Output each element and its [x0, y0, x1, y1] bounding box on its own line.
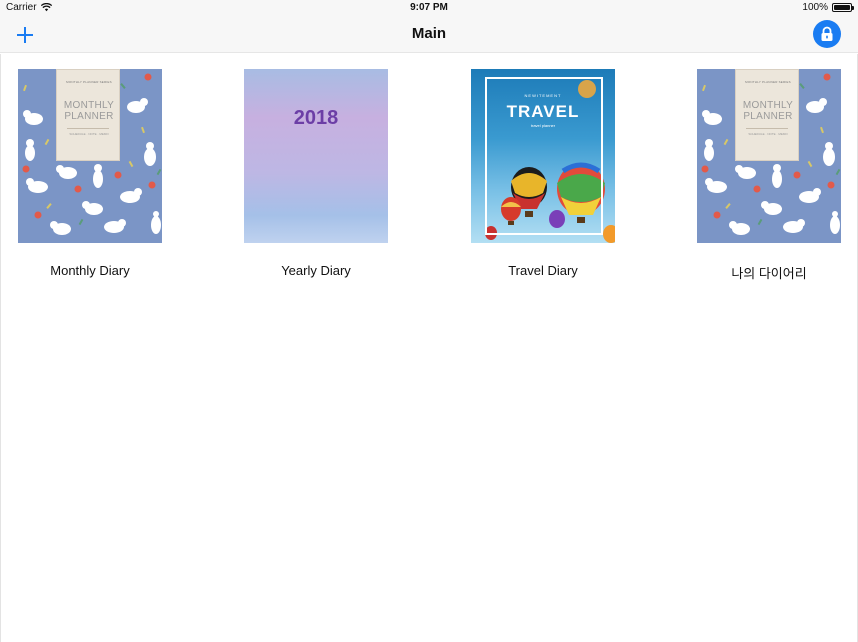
- diary-cover-my[interactable]: MONTHLY PLANNER SERIES MONTHLY PLANNER S…: [697, 69, 841, 243]
- cover-bottom-text: travel planner: [530, 123, 556, 128]
- cover-top-text: MONTHLY PLANNER SERIES: [745, 80, 791, 84]
- cover-label-panel: MONTHLY PLANNER SERIES MONTHLY PLANNER S…: [735, 69, 799, 161]
- lock-button[interactable]: [813, 20, 841, 48]
- cover-bottom-text: SCHEDULE · NOTE · MEMO: [69, 132, 109, 136]
- lock-icon: [821, 26, 833, 41]
- cover-bottom-text: SCHEDULE · NOTE · MEMO: [748, 132, 788, 136]
- cover-label-panel: MONTHLY PLANNER SERIES MONTHLY PLANNER S…: [56, 69, 120, 161]
- diary-title[interactable]: Yearly Diary: [236, 263, 396, 278]
- battery-percent: 100%: [802, 2, 828, 13]
- battery-group: 100%: [802, 2, 854, 13]
- cover-headline: TRAVEL: [506, 102, 580, 121]
- diary-title[interactable]: Monthly Diary: [10, 263, 170, 278]
- diary-cover-travel[interactable]: NEWITEMENT TRAVEL travel planner: [471, 69, 615, 243]
- cover-headline: MONTHLY PLANNER: [63, 100, 115, 122]
- cover-divider: [746, 128, 788, 129]
- cover-year: 2018: [293, 107, 339, 129]
- status-time: 9:07 PM: [410, 2, 448, 13]
- diary-title[interactable]: 나의 다이어리: [689, 263, 849, 282]
- diary-title[interactable]: Travel Diary: [463, 263, 623, 278]
- cover-divider: [67, 128, 109, 129]
- cover-top-text: NEWITEMENT: [524, 93, 562, 98]
- diary-grid: MONTHLY PLANNER SERIES MONTHLY PLANNER S…: [0, 54, 858, 642]
- navigation-bar: Main: [0, 16, 858, 53]
- cover-headline: MONTHLY PLANNER: [742, 100, 794, 122]
- cover-top-text: MONTHLY PLANNER SERIES: [66, 80, 112, 84]
- diary-cover-monthly[interactable]: MONTHLY PLANNER SERIES MONTHLY PLANNER S…: [18, 69, 162, 243]
- diary-cover-yearly[interactable]: 2018: [244, 69, 388, 243]
- battery-icon: [832, 3, 854, 12]
- status-bar: Carrier 9:07 PM 100%: [0, 0, 858, 16]
- cover-frame: [485, 77, 603, 235]
- page-title: Main: [411, 25, 447, 42]
